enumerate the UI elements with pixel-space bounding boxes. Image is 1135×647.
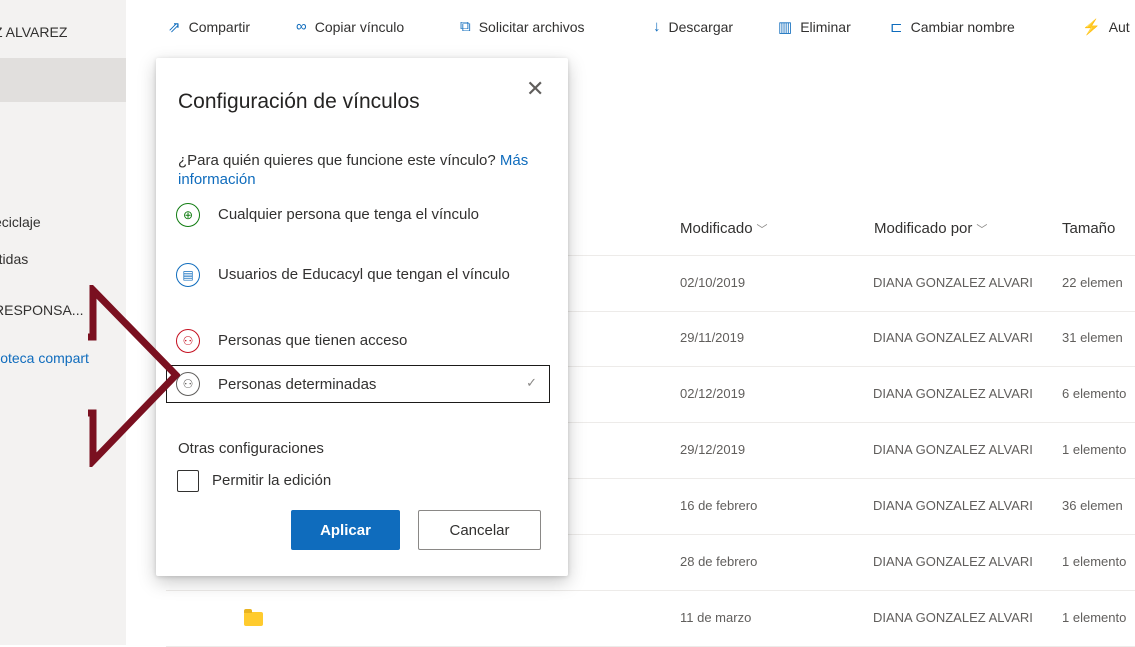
rename-icon: ⊏ [890, 19, 903, 36]
download-icon: ↓ [653, 18, 661, 35]
allow-edit-label: Permitir la edición [212, 472, 332, 489]
size-cell: 1 elemento [1062, 554, 1127, 569]
trash-icon: ▥ [778, 19, 793, 36]
command-bar: ⇗ Compartir ∞ Copiar vínculo ⧉ Solicitar ar… [126, 0, 1135, 58]
sidebar-item-recycle-bin[interactable]: eciclaje [0, 214, 41, 230]
folder-icon [244, 609, 263, 626]
share-icon: ⇗ [168, 19, 181, 36]
modified-by-cell: DIANA GONZALEZ ALVARI [873, 330, 1033, 345]
modified-cell: 28 de febrero [680, 554, 758, 569]
option-specific-people[interactable]: ⚇ Personas determinadas ✓ [166, 365, 550, 403]
checkbox[interactable] [177, 470, 199, 492]
download-button[interactable]: ↓ Descargar [653, 18, 733, 35]
option-anyone-with-link[interactable]: ⊕ Cualquier persona que tenga el vínculo [166, 202, 550, 246]
modified-by-cell: DIANA GONZALEZ ALVARI [873, 554, 1033, 569]
size-cell: 36 elemen [1062, 498, 1123, 513]
modified-cell: 02/10/2019 [680, 275, 746, 290]
option-people-with-access[interactable]: ⚇ Personas que tienen acceso [166, 328, 550, 356]
column-header-size[interactable]: Tamaño [1062, 220, 1115, 237]
column-header-modified-by[interactable]: Modificado por ﹀ [874, 220, 987, 237]
modified-by-cell: DIANA GONZALEZ ALVARI [873, 275, 1033, 290]
request-files-button[interactable]: ⧉ Solicitar archivos [460, 18, 585, 35]
size-cell: 1 elemento [1062, 442, 1127, 457]
other-settings-heading: Otras configuraciones [178, 440, 324, 457]
option-organization-users[interactable]: ▤ Usuarios de Educacyl que tengan el vín… [166, 262, 550, 306]
sidebar-selected-item[interactable] [0, 58, 126, 102]
rename-button[interactable]: ⊏ Cambiar nombre [890, 18, 1015, 36]
checkmark-icon: ✓ [526, 375, 537, 390]
dialog-title: Configuración de vínculos [178, 90, 420, 113]
sidebar-item-shared[interactable]: rtidas [0, 251, 28, 267]
delete-button[interactable]: ▥ Eliminar [778, 18, 851, 36]
modified-cell: 29/12/2019 [680, 442, 746, 457]
share-button[interactable]: ⇗ Compartir [168, 18, 250, 36]
sidebar-item-responsa[interactable]: RESPONSA... [0, 302, 83, 318]
request-files-icon: ⧉ [460, 18, 471, 35]
size-cell: 22 elemen [1062, 275, 1123, 290]
cancel-button[interactable]: Cancelar [418, 510, 541, 550]
chevron-down-icon: ﹀ [976, 224, 988, 236]
globe-icon: ⊕ [176, 203, 200, 227]
size-cell: 31 elemen [1062, 330, 1123, 345]
sidebar-item-shared-library[interactable]: lioteca compart [0, 350, 89, 366]
column-header-modified[interactable]: Modificado ﹀ [680, 220, 768, 237]
apply-button[interactable]: Aplicar [291, 510, 400, 550]
modified-by-cell: DIANA GONZALEZ ALVARI [873, 386, 1033, 401]
copy-link-button[interactable]: ∞ Copiar vínculo [296, 18, 404, 35]
modified-cell: 02/12/2019 [680, 386, 746, 401]
modified-by-cell: DIANA GONZALEZ ALVARI [873, 442, 1033, 457]
organization-icon: ▤ [176, 263, 200, 287]
audience-question: ¿Para quién quieres que funcione este ví… [178, 152, 529, 188]
modified-cell: 16 de febrero [680, 498, 758, 513]
modified-by-cell: DIANA GONZALEZ ALVARI [873, 610, 1033, 625]
link-icon: ∞ [296, 18, 307, 35]
close-icon[interactable]: ✕ [526, 78, 544, 100]
size-cell: 1 elemento [1062, 610, 1127, 625]
size-cell: 6 elemento [1062, 386, 1127, 401]
chevron-down-icon: ﹀ [756, 224, 768, 236]
modified-cell: 29/11/2019 [680, 330, 745, 345]
modified-cell: 11 de marzo [680, 610, 752, 625]
annotation-arrow-icon [88, 285, 180, 467]
automate-button[interactable]: ⚡ Aut [1082, 18, 1130, 36]
modified-by-cell: DIANA GONZALEZ ALVARI [873, 498, 1033, 513]
link-settings-dialog: ✕ Configuración de vínculos ¿Para quién … [156, 58, 568, 576]
table-row[interactable]: 11 de marzo DIANA GONZALEZ ALVARI 1 elem… [166, 591, 1135, 647]
automate-icon: ⚡ [1082, 19, 1101, 36]
sidebar-user-name: Z ALVAREZ [0, 24, 68, 40]
